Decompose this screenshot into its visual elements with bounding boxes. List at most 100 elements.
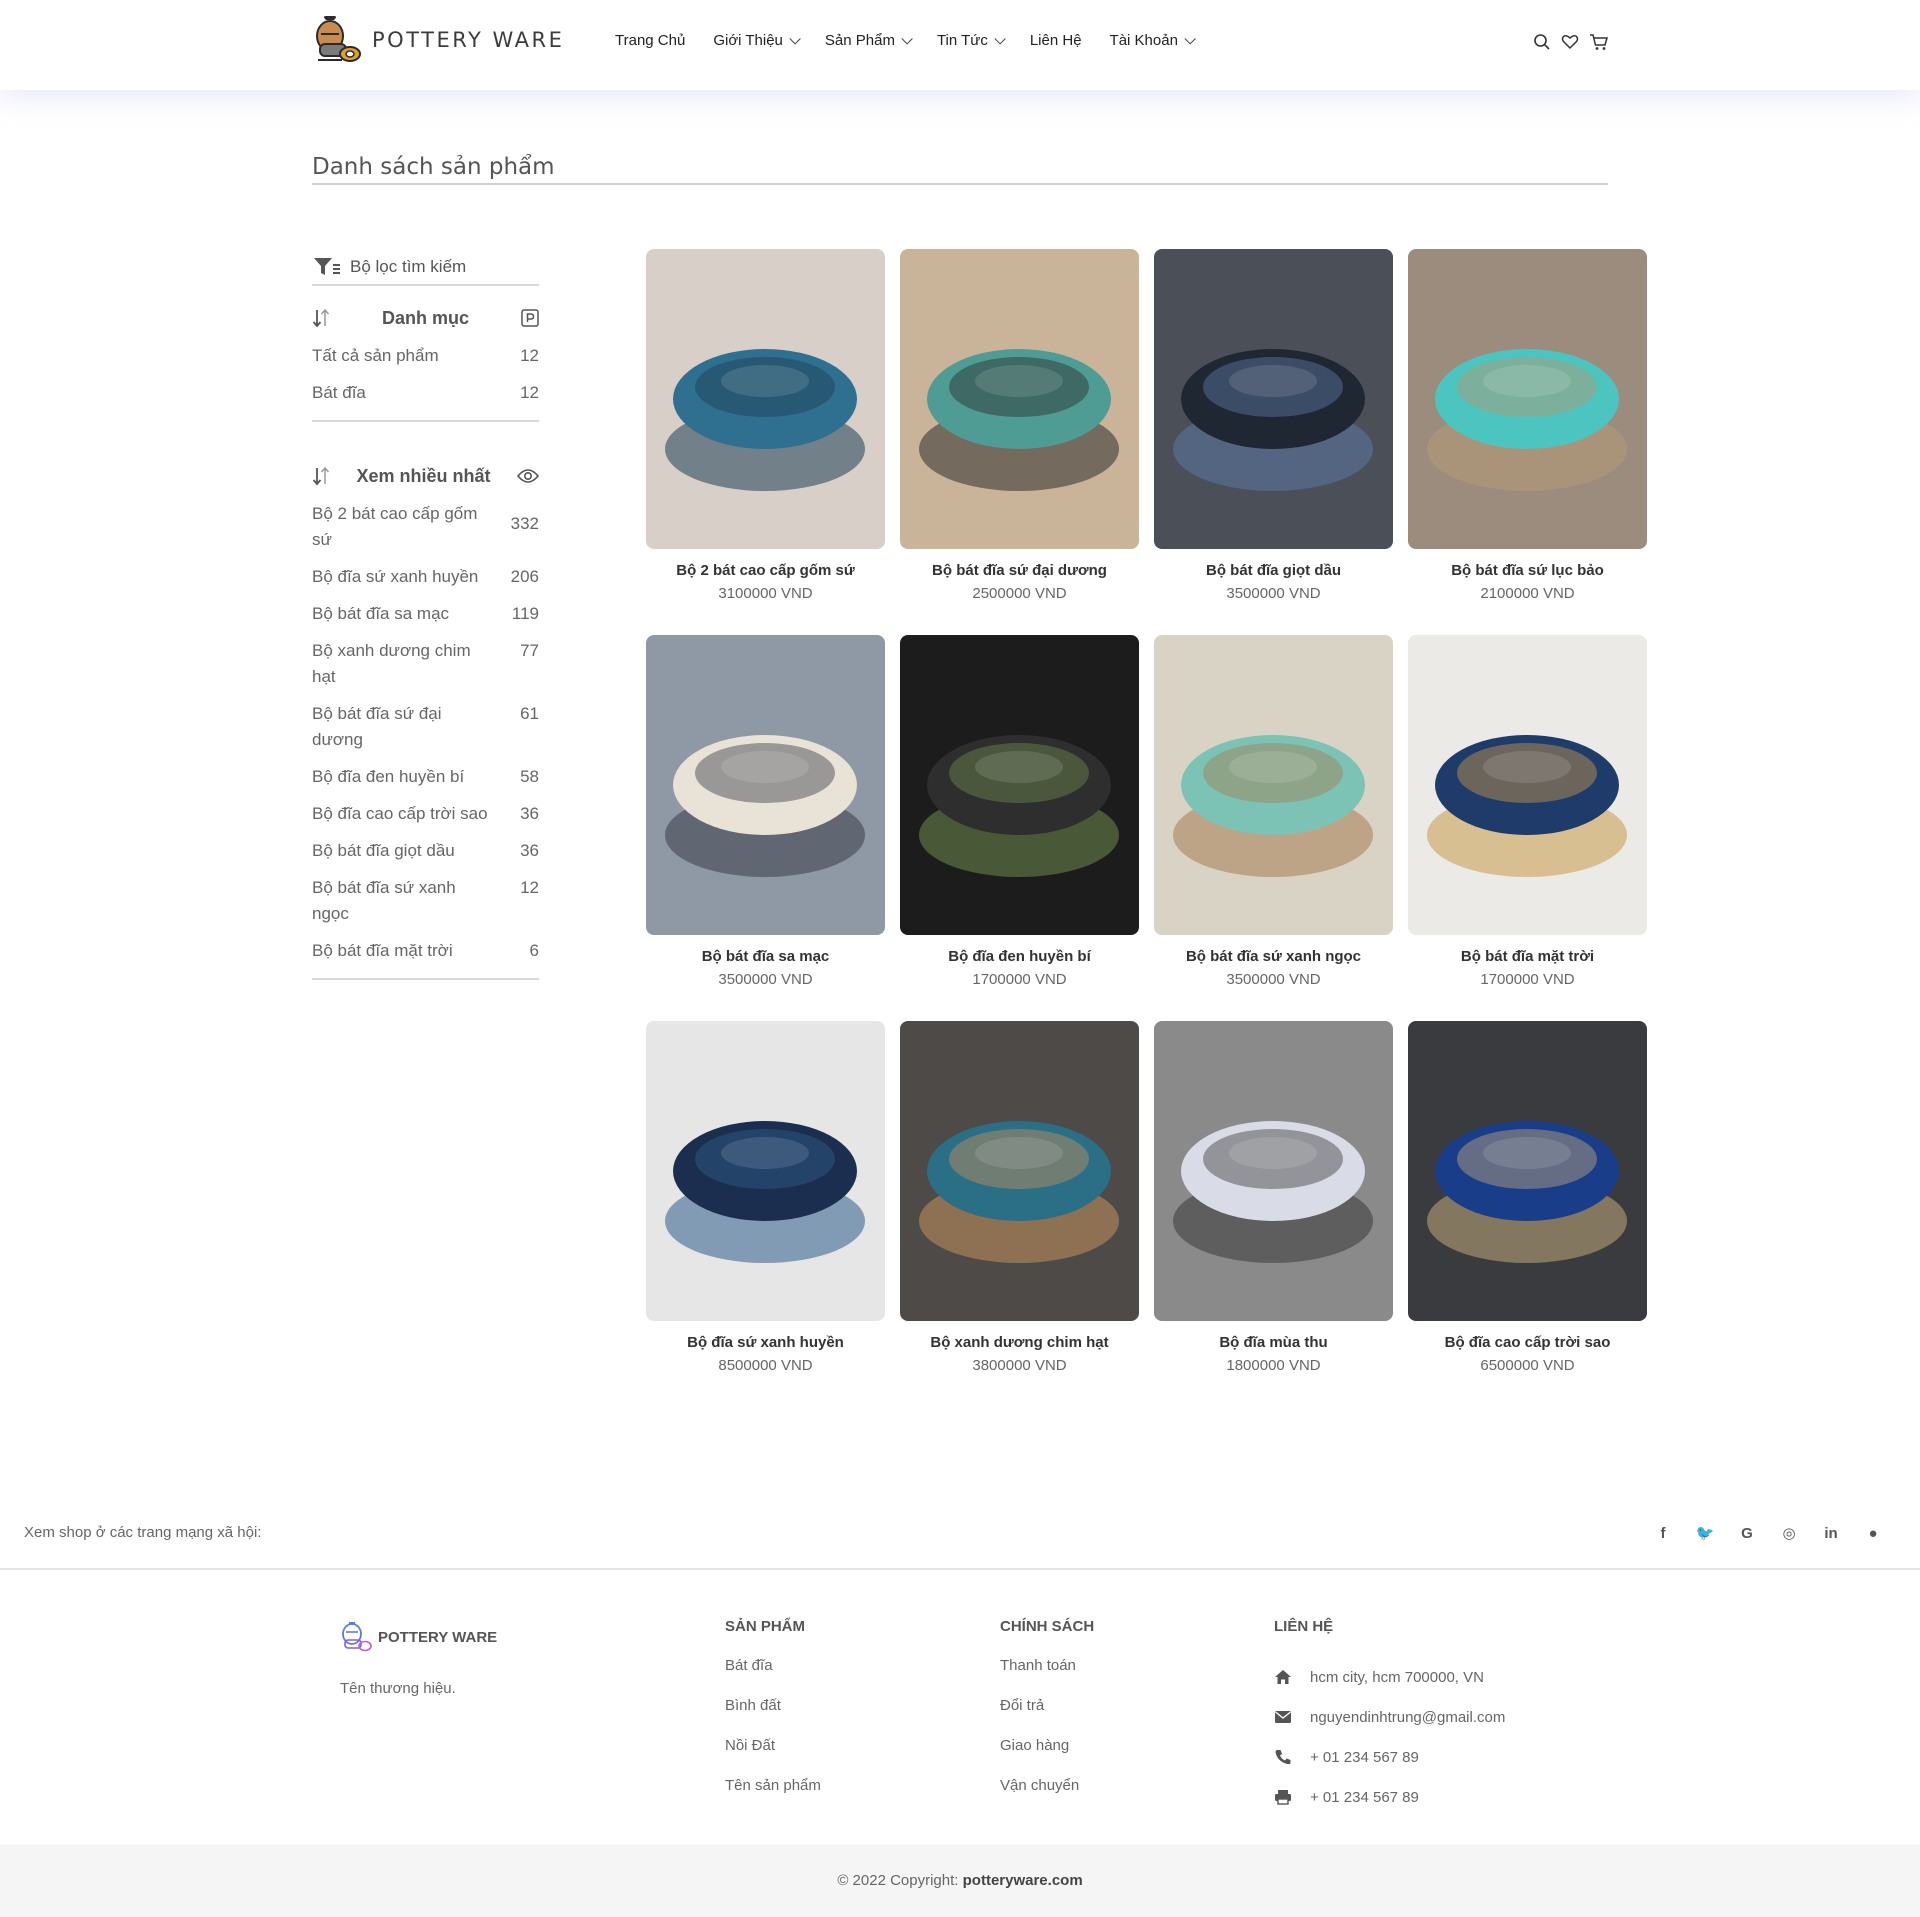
- footer-tagline: Tên thương hiệu.: [340, 1680, 456, 1697]
- instagram-icon[interactable]: ◎: [1768, 1522, 1810, 1544]
- product-name[interactable]: Bộ xanh dương chim hạt: [900, 1334, 1139, 1351]
- footer-brand-name: POTTERY WARE: [378, 1628, 498, 1646]
- filter-header[interactable]: Bộ lọc tìm kiếm: [312, 250, 539, 286]
- footer-link[interactable]: Nồi Đất: [725, 1737, 821, 1777]
- product-name[interactable]: Bộ 2 bát cao cấp gốm sứ: [646, 562, 885, 579]
- nav-news[interactable]: Tin Tức: [936, 32, 1006, 49]
- product-card[interactable]: Bộ 2 bát cao cấp gốm sứ 3100000 VND: [646, 249, 885, 609]
- product-name[interactable]: Bộ đĩa sứ xanh huyền: [646, 1334, 885, 1351]
- view-count: 6: [529, 941, 539, 960]
- product-name[interactable]: Bộ đĩa đen huyền bí: [900, 948, 1139, 965]
- item-label: Bộ 2 bát cao cấp gốm sứ: [312, 504, 478, 549]
- github-icon[interactable]: ●: [1852, 1522, 1894, 1544]
- product-image[interactable]: [900, 635, 1139, 935]
- product-card[interactable]: Bộ bát đĩa sứ xanh ngọc 3500000 VND: [1154, 635, 1393, 995]
- product-name[interactable]: Bộ đĩa cao cấp trời sao: [1408, 1334, 1647, 1351]
- item-label: Bộ bát đĩa mặt trời: [312, 941, 453, 960]
- category-label: Bát đĩa: [312, 383, 366, 402]
- footer-link[interactable]: Bát đĩa: [725, 1657, 821, 1697]
- product-image[interactable]: [1154, 1021, 1393, 1321]
- product-image[interactable]: [1408, 1021, 1647, 1321]
- product-name[interactable]: Bộ bát đĩa sứ lục bảo: [1408, 562, 1647, 579]
- product-name[interactable]: Bộ bát đĩa sứ đại dương: [900, 562, 1139, 579]
- product-card[interactable]: Bộ xanh dương chim hạt 3800000 VND: [900, 1021, 1139, 1381]
- footer-link[interactable]: Vận chuyển: [1000, 1777, 1094, 1817]
- product-card[interactable]: Bộ bát đĩa sứ lục bảo 2100000 VND: [1408, 249, 1647, 609]
- product-image[interactable]: [646, 249, 885, 549]
- product-card[interactable]: Bộ đĩa mùa thu 1800000 VND: [1154, 1021, 1393, 1381]
- view-count: 58: [520, 767, 539, 786]
- product-card[interactable]: Bộ bát đĩa sa mạc 3500000 VND: [646, 635, 885, 995]
- product-price: 1800000 VND: [1226, 1357, 1321, 1374]
- product-card[interactable]: Bộ bát đĩa giọt dầu 3500000 VND: [1154, 249, 1393, 609]
- nav-products[interactable]: Sản Phẩm: [825, 32, 913, 49]
- product-image[interactable]: [646, 635, 885, 935]
- product-name[interactable]: Bộ bát đĩa giọt dầu: [1154, 562, 1393, 579]
- facebook-icon[interactable]: f: [1642, 1522, 1684, 1544]
- contact-phone[interactable]: + 01 234 567 89: [1274, 1737, 1505, 1777]
- footer-brand[interactable]: POTTERY WARE: [340, 1620, 497, 1654]
- product-price: 2100000 VND: [1480, 585, 1575, 602]
- product-card[interactable]: Bộ đĩa đen huyền bí 1700000 VND: [900, 635, 1139, 995]
- product-name[interactable]: Bộ bát đĩa mặt trời: [1408, 948, 1647, 965]
- footer-link[interactable]: Thanh toán: [1000, 1657, 1094, 1697]
- sort-icon[interactable]: [312, 466, 330, 486]
- contact-email[interactable]: nguyendinhtrung@gmail.com: [1274, 1697, 1505, 1737]
- printer-icon: [1275, 1790, 1291, 1805]
- most-viewed-item[interactable]: Bộ đĩa sứ xanh huyền 206: [312, 564, 539, 590]
- cart-icon[interactable]: [1589, 33, 1609, 51]
- product-image[interactable]: [1408, 635, 1647, 935]
- product-card[interactable]: Bộ đĩa sứ xanh huyền 8500000 VND: [646, 1021, 885, 1381]
- footer-link[interactable]: Giao hàng: [1000, 1737, 1094, 1777]
- product-image[interactable]: [900, 249, 1139, 549]
- google-icon[interactable]: G: [1726, 1522, 1768, 1544]
- phone-text: + 01 234 567 89: [1310, 1748, 1419, 1766]
- sort-icon[interactable]: [312, 308, 330, 328]
- linkedin-icon[interactable]: in: [1810, 1522, 1852, 1544]
- nav-home[interactable]: Trang Chủ: [615, 32, 685, 49]
- product-name[interactable]: Bộ bát đĩa sa mạc: [646, 948, 885, 965]
- copyright-site-link[interactable]: potteryware.com: [963, 1872, 1083, 1889]
- most-viewed-item[interactable]: Bộ đĩa đen huyền bí 58: [312, 764, 539, 790]
- product-image[interactable]: [646, 1021, 885, 1321]
- most-viewed-item[interactable]: Bộ đĩa cao cấp trời sao 36: [312, 801, 539, 827]
- nav-label: Tin Tức: [936, 32, 988, 49]
- product-card[interactable]: Bộ đĩa cao cấp trời sao 6500000 VND: [1408, 1021, 1647, 1381]
- product-image[interactable]: [900, 1021, 1139, 1321]
- sidebar: Bộ lọc tìm kiếm Danh mục Tất cả sản phẩm…: [312, 250, 539, 980]
- category-group: Danh mục Tất cả sản phẩm 12 Bát đĩa 12: [312, 304, 539, 422]
- nav-account[interactable]: Tài Khoản: [1110, 32, 1196, 49]
- category-item[interactable]: Bát đĩa 12: [312, 380, 539, 406]
- product-name[interactable]: Bộ bát đĩa sứ xanh ngọc: [1154, 948, 1393, 965]
- phone-icon: [1275, 1750, 1291, 1765]
- product-card[interactable]: Bộ bát đĩa sứ đại dương 2500000 VND: [900, 249, 1139, 609]
- twitter-icon[interactable]: 🐦: [1684, 1522, 1726, 1544]
- product-price: 3500000 VND: [718, 971, 813, 988]
- product-name[interactable]: Bộ đĩa mùa thu: [1154, 1334, 1393, 1351]
- nav-contact[interactable]: Liên Hệ: [1030, 32, 1082, 49]
- footer-link[interactable]: Tên sản phẩm: [725, 1777, 821, 1817]
- chevron-down-icon: [994, 32, 1006, 45]
- product-image[interactable]: [1154, 249, 1393, 549]
- footer-link[interactable]: Bình đất: [725, 1697, 821, 1737]
- footer-link[interactable]: Đổi trả: [1000, 1697, 1094, 1737]
- most-viewed-item[interactable]: Bộ bát đĩa sứ đại dương 61: [312, 701, 539, 753]
- most-viewed-item[interactable]: Bộ 2 bát cao cấp gốm sứ 332: [312, 501, 539, 553]
- logo[interactable]: POTTERY WARE: [312, 14, 564, 66]
- product-image[interactable]: [1154, 635, 1393, 935]
- most-viewed-item[interactable]: Bộ xanh dương chim hạt 77: [312, 638, 539, 690]
- filter-label: Bộ lọc tìm kiếm: [350, 257, 467, 276]
- search-icon[interactable]: [1533, 33, 1551, 51]
- home-icon: [1275, 1670, 1291, 1684]
- product-image[interactable]: [1408, 249, 1647, 549]
- main-nav: Trang Chủ Giới Thiệu Sản Phẩm Tin Tức Li…: [615, 32, 1220, 49]
- view-count: 12: [520, 878, 539, 897]
- most-viewed-item[interactable]: Bộ bát đĩa mặt trời 6: [312, 938, 539, 964]
- heart-icon[interactable]: [1561, 33, 1579, 51]
- nav-about[interactable]: Giới Thiệu: [713, 32, 801, 49]
- most-viewed-item[interactable]: Bộ bát đĩa giọt dầu 36: [312, 838, 539, 864]
- product-card[interactable]: Bộ bát đĩa mặt trời 1700000 VND: [1408, 635, 1647, 995]
- category-item[interactable]: Tất cả sản phẩm 12: [312, 343, 539, 369]
- most-viewed-item[interactable]: Bộ bát đĩa sa mạc 119: [312, 601, 539, 627]
- most-viewed-item[interactable]: Bộ bát đĩa sứ xanh ngọc 12: [312, 875, 539, 927]
